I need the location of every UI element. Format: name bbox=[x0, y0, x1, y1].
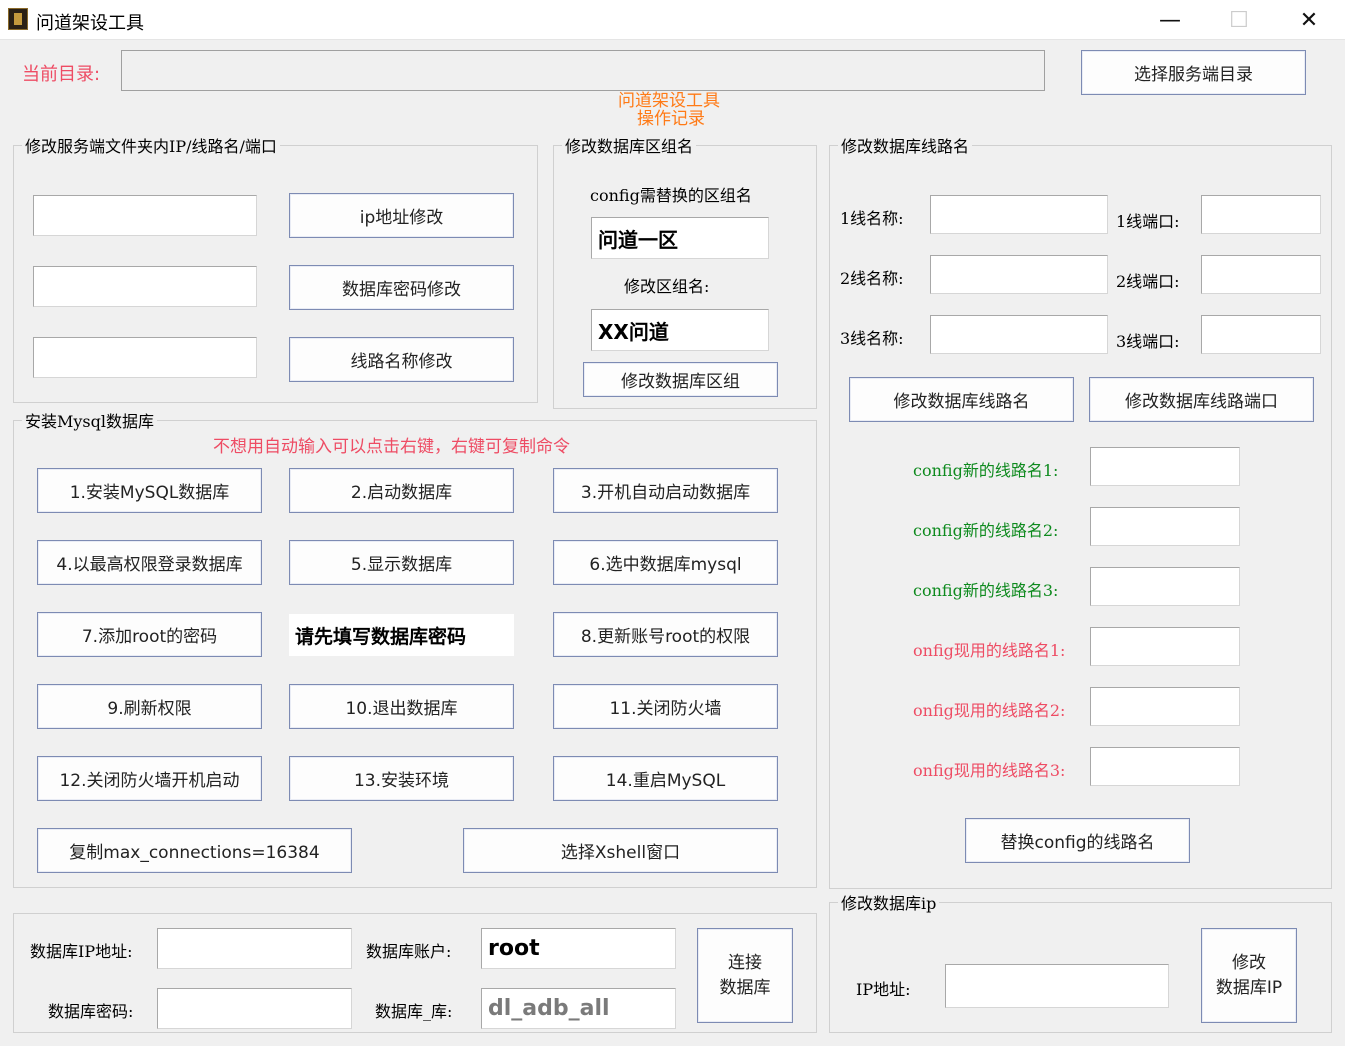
maximize-button[interactable]: ☐ bbox=[1204, 0, 1274, 40]
minimize-button[interactable]: — bbox=[1135, 0, 1205, 40]
current-dir-label: 当前目录: bbox=[22, 64, 101, 85]
config-new-line3-input[interactable] bbox=[1090, 567, 1240, 606]
zone-new-input[interactable]: XX问道 bbox=[591, 309, 769, 351]
db-ip-label: 数据库IP地址: bbox=[30, 942, 133, 961]
db-name-input[interactable]: dl_adb_all bbox=[481, 988, 676, 1029]
login-root-button[interactable]: 4.以最高权限登录数据库 bbox=[37, 540, 262, 585]
disable-firewall-boot-button[interactable]: 12.关闭防火墙开机启动 bbox=[37, 756, 262, 801]
db-ip-modify-input[interactable] bbox=[945, 964, 1169, 1008]
zone-new-label: 修改区组名: bbox=[624, 277, 710, 296]
line3-name-input[interactable] bbox=[930, 315, 1108, 354]
line2-port-label: 2线端口: bbox=[1116, 272, 1180, 291]
ip-modify-button[interactable]: ip地址修改 bbox=[289, 193, 514, 238]
close-button[interactable]: ✕ bbox=[1274, 0, 1344, 40]
show-db-button[interactable]: 5.显示数据库 bbox=[289, 540, 514, 585]
install-env-button[interactable]: 13.安装环境 bbox=[289, 756, 514, 801]
connect-db-button[interactable]: 连接 数据库 bbox=[697, 928, 793, 1023]
line-group-title: 修改数据库线路名 bbox=[838, 133, 973, 157]
flush-privileges-button[interactable]: 9.刷新权限 bbox=[37, 684, 262, 729]
config-new-line2-label: config新的线路名2: bbox=[913, 521, 1059, 540]
window-title: 问道架设工具 bbox=[36, 13, 144, 34]
server-ip-input[interactable] bbox=[33, 195, 257, 236]
disable-firewall-button[interactable]: 11.关闭防火墙 bbox=[553, 684, 778, 729]
choose-dir-button[interactable]: 选择服务端目录 bbox=[1081, 50, 1306, 95]
server-line-name-input[interactable] bbox=[33, 337, 257, 378]
log-title: 问道架设工具 bbox=[618, 91, 720, 111]
modify-db-ip-button-line2: 数据库IP bbox=[1215, 977, 1283, 998]
connect-db-button-line1: 连接 bbox=[728, 952, 762, 973]
db-account-input[interactable]: root bbox=[481, 928, 676, 969]
config-new-line2-input[interactable] bbox=[1090, 507, 1240, 546]
db-ip-input[interactable] bbox=[157, 928, 352, 969]
config-current-line3-input[interactable] bbox=[1090, 747, 1240, 786]
log-subtitle: 操作记录 bbox=[637, 109, 705, 129]
line1-port-input[interactable] bbox=[1201, 195, 1321, 234]
line3-name-label: 3线名称: bbox=[840, 329, 904, 348]
line3-port-label: 3线端口: bbox=[1116, 332, 1180, 351]
line-name-modify-button[interactable]: 线路名称修改 bbox=[289, 337, 514, 382]
db-account-label: 数据库账户: bbox=[366, 942, 452, 961]
db-password-modify-button[interactable]: 数据库密码修改 bbox=[289, 265, 514, 310]
line2-name-input[interactable] bbox=[930, 255, 1108, 294]
config-new-line3-label: config新的线路名3: bbox=[913, 581, 1059, 600]
replace-config-line-name-button[interactable]: 替换config的线路名 bbox=[965, 818, 1190, 863]
autostart-db-button[interactable]: 3.开机自动启动数据库 bbox=[553, 468, 778, 513]
config-current-line1-input[interactable] bbox=[1090, 627, 1240, 666]
root-password-input[interactable]: 请先填写数据库密码 bbox=[289, 614, 514, 656]
db-password-label: 数据库密码: bbox=[48, 1002, 134, 1021]
mysql-group-title: 安装Mysql数据库 bbox=[22, 408, 157, 432]
select-mysql-db-button[interactable]: 6.选中数据库mysql bbox=[553, 540, 778, 585]
line1-name-input[interactable] bbox=[930, 195, 1108, 234]
zone-group-title: 修改数据库区组名 bbox=[562, 133, 697, 157]
line2-port-input[interactable] bbox=[1201, 255, 1321, 294]
select-xshell-button[interactable]: 选择Xshell窗口 bbox=[463, 828, 778, 873]
restart-mysql-button[interactable]: 14.重启MySQL bbox=[553, 756, 778, 801]
db-ip-modify-label: IP地址: bbox=[856, 980, 911, 999]
line3-port-input[interactable] bbox=[1201, 315, 1321, 354]
db-password-input[interactable] bbox=[157, 988, 352, 1029]
line1-name-label: 1线名称: bbox=[840, 209, 904, 228]
modify-db-line-port-button[interactable]: 修改数据库线路端口 bbox=[1089, 377, 1314, 422]
app-icon bbox=[8, 8, 28, 30]
connect-db-button-line2: 数据库 bbox=[719, 977, 771, 998]
config-new-line1-input[interactable] bbox=[1090, 447, 1240, 486]
db-name-label: 数据库_库: bbox=[375, 1002, 453, 1021]
config-current-line3-label: onfig现用的线路名3: bbox=[913, 761, 1066, 780]
server-group-title: 修改服务端文件夹内IP/线路名/端口 bbox=[22, 133, 280, 157]
config-current-line2-input[interactable] bbox=[1090, 687, 1240, 726]
copy-max-connections-button[interactable]: 复制max_connections=16384 bbox=[37, 828, 352, 873]
mysql-hint: 不想用自动输入可以点击右键，右键可复制命令 bbox=[213, 437, 570, 457]
update-root-privileges-button[interactable]: 8.更新账号root的权限 bbox=[553, 612, 778, 657]
db-ip-group-title: 修改数据库ip bbox=[838, 890, 940, 914]
line1-port-label: 1线端口: bbox=[1116, 212, 1180, 231]
zone-config-input[interactable]: 问道一区 bbox=[591, 217, 769, 259]
current-dir-field[interactable] bbox=[121, 50, 1045, 91]
zone-modify-button[interactable]: 修改数据库区组 bbox=[583, 362, 778, 397]
modify-db-ip-button[interactable]: 修改 数据库IP bbox=[1201, 928, 1297, 1023]
config-current-line1-label: onfig现用的线路名1: bbox=[913, 641, 1066, 660]
zone-config-label: config需替换的区组名 bbox=[590, 186, 752, 205]
install-mysql-button[interactable]: 1.安装MySQL数据库 bbox=[37, 468, 262, 513]
exit-db-button[interactable]: 10.退出数据库 bbox=[289, 684, 514, 729]
modify-db-ip-button-line1: 修改 bbox=[1232, 952, 1266, 973]
config-current-line2-label: onfig现用的线路名2: bbox=[913, 701, 1066, 720]
line2-name-label: 2线名称: bbox=[840, 269, 904, 288]
server-db-password-input[interactable] bbox=[33, 266, 257, 307]
add-root-password-button[interactable]: 7.添加root的密码 bbox=[37, 612, 262, 657]
start-db-button[interactable]: 2.启动数据库 bbox=[289, 468, 514, 513]
modify-db-line-name-button[interactable]: 修改数据库线路名 bbox=[849, 377, 1074, 422]
config-new-line1-label: config新的线路名1: bbox=[913, 461, 1059, 480]
